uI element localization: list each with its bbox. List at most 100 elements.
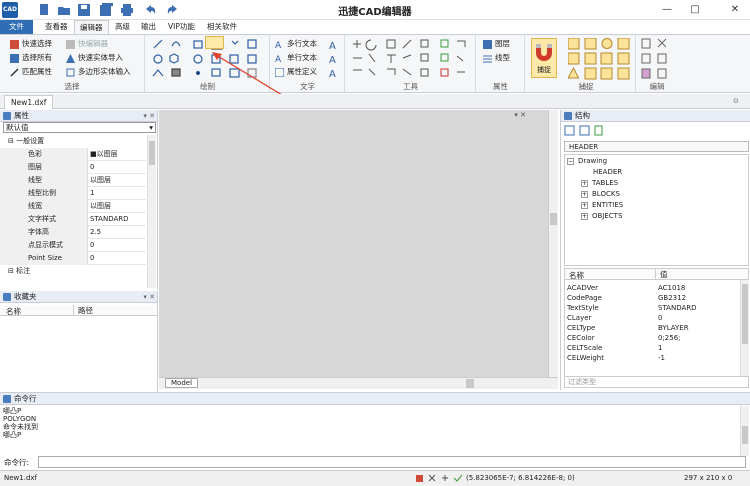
minimize-button[interactable]: — <box>656 2 678 18</box>
prop-group-general-label: 一般设置 <box>16 137 45 145</box>
properties-group: 图层 线型 属性 <box>477 35 525 93</box>
undo-icon[interactable] <box>143 3 157 17</box>
close-button[interactable]: ✕ <box>724 2 746 18</box>
properties-icon <box>3 112 11 120</box>
print-icon[interactable] <box>120 3 134 17</box>
tab-list-icon[interactable]: ⊙ <box>733 97 739 105</box>
canvas-menu-icon[interactable]: ▾ ✕ <box>514 111 526 119</box>
tree-node-tables[interactable]: + TABLES <box>581 178 618 188</box>
redo-icon[interactable] <box>166 3 180 17</box>
tree-node-header[interactable]: HEADER <box>593 167 622 177</box>
tab-output[interactable]: 输出 <box>136 20 161 34</box>
canvas-horizontal-scrollbar[interactable] <box>159 377 558 389</box>
tab-editor[interactable]: 编辑器 <box>74 20 109 34</box>
structure-path-field[interactable]: HEADER <box>564 141 749 152</box>
var-name: ACADVer <box>567 284 599 292</box>
select-all-button[interactable]: 选择所有 <box>10 52 52 64</box>
snap-mode-icons[interactable] <box>568 38 634 80</box>
layer-button[interactable]: 图层 <box>483 38 510 50</box>
tree-node-objects[interactable]: + OBJECTS <box>581 211 622 221</box>
command-scrollbar[interactable] <box>740 406 749 456</box>
prop-row[interactable]: 字体高 2.5 <box>0 226 146 239</box>
edit-icons[interactable] <box>641 38 673 80</box>
panel-pin-icon[interactable]: ▾ ✕ <box>143 110 155 122</box>
tree-node-blocks[interactable]: + BLOCKS <box>581 189 620 199</box>
snap-group-label: 捕捉 <box>578 82 594 91</box>
scroll-thumb[interactable] <box>466 379 474 388</box>
prop-row[interactable]: 点显示模式 0 <box>0 239 146 252</box>
var-row[interactable]: CELType BYLAYER <box>565 324 740 333</box>
command-input[interactable] <box>38 456 746 468</box>
var-row[interactable]: CLayer 0 <box>565 314 740 323</box>
open-folder-icon[interactable] <box>57 3 71 17</box>
tab-advanced[interactable]: 高级 <box>110 20 135 34</box>
status-tool-icons[interactable] <box>415 473 463 484</box>
drawing-canvas[interactable]: ▾ ✕ <box>159 110 548 377</box>
panel-close-icon[interactable]: ▾ ✕ <box>143 291 155 303</box>
new-file-icon[interactable] <box>37 3 51 17</box>
prop-row[interactable]: 图层 0 <box>0 161 146 174</box>
quick-entity-import-label: 快速实体导入 <box>78 53 123 62</box>
prop-row[interactable]: 线宽 以图层 <box>0 200 146 213</box>
vars-col-value[interactable]: 值 <box>655 269 668 280</box>
scroll-thumb[interactable] <box>149 141 155 165</box>
scroll-thumb[interactable] <box>550 213 557 225</box>
text-edit-icon[interactable]: A <box>329 53 340 64</box>
canvas-vertical-scrollbar[interactable] <box>548 110 558 377</box>
favorites-columns: 名称 路径 <box>0 305 157 316</box>
var-row[interactable]: CodePage GB2312 <box>565 294 740 303</box>
favorites-col-path[interactable]: 路径 <box>73 305 93 316</box>
prop-row[interactable]: 文字样式 STANDARD <box>0 213 146 226</box>
quick-select-button[interactable]: 快速选择 <box>10 38 52 50</box>
var-row[interactable]: CEColor 0;256; <box>565 334 740 343</box>
vars-col-name[interactable]: 名称 <box>569 270 584 281</box>
tools-icons[interactable] <box>351 38 473 80</box>
text-find-icon[interactable]: A <box>329 67 340 78</box>
scroll-thumb[interactable] <box>742 284 748 344</box>
quick-editor-label: 快编辑器 <box>78 39 108 48</box>
prop-group-annotation[interactable]: ⊟ 标注 <box>0 265 146 278</box>
save-icon[interactable] <box>77 3 91 17</box>
scroll-thumb[interactable] <box>742 426 748 444</box>
polygon-entity-input-button[interactable]: 多边形实体输入 <box>66 66 131 78</box>
linetype-button[interactable]: 线型 <box>483 52 510 64</box>
prop-row[interactable]: Point Size 0 <box>0 252 146 265</box>
tab-vip[interactable]: VIP功能 <box>163 20 200 34</box>
prop-group-general[interactable]: ⊟ 一般设置 <box>0 135 146 148</box>
prop-key: 点显示模式 <box>0 239 88 252</box>
document-tab[interactable]: New1.dxf <box>4 95 54 109</box>
var-row[interactable]: CELTScale 1 <box>565 344 740 353</box>
match-props-button[interactable]: 匹配属性 <box>10 66 52 78</box>
favorites-col-name[interactable]: 名称 <box>6 306 21 317</box>
tree-node-drawing[interactable]: − Drawing <box>567 156 607 166</box>
collapse-icon: − <box>567 157 574 165</box>
status-file: New1.dxf <box>4 474 37 482</box>
prop-row[interactable]: 线型 以图层 <box>0 174 146 187</box>
properties-selector[interactable]: 默认值 ▾ <box>3 122 156 133</box>
tree-node-entities[interactable]: + ENTITIES <box>581 200 623 210</box>
prop-row[interactable]: 色彩 ■以图层 <box>0 148 146 161</box>
text-style-icon[interactable]: A <box>329 39 340 50</box>
command-title: 命令行 <box>14 394 37 403</box>
var-value: BYLAYER <box>658 324 689 332</box>
tab-related-software[interactable]: 相关软件 <box>202 20 242 34</box>
properties-scrollbar[interactable] <box>147 135 156 288</box>
quick-entity-import-button[interactable]: 快速实体导入 <box>66 52 123 64</box>
var-row[interactable]: TextStyle STANDARD <box>565 304 740 313</box>
filter-input[interactable]: 过滤类型 <box>564 376 749 388</box>
vars-scrollbar[interactable] <box>740 280 749 377</box>
structure-toolbar-icons[interactable] <box>564 125 608 137</box>
maximize-button[interactable]: □ <box>684 2 706 18</box>
tab-viewer[interactable]: 查看器 <box>40 20 73 34</box>
var-row[interactable]: ACADVer AC1018 <box>565 284 740 293</box>
quick-editor-button[interactable]: 快编辑器 <box>66 38 108 50</box>
structure-icon <box>564 112 572 120</box>
prop-row[interactable]: 线型比例 1 <box>0 187 146 200</box>
tab-file[interactable]: 文件 <box>0 20 33 34</box>
snap-button[interactable]: 捕捉 <box>531 38 557 78</box>
save-all-icon[interactable] <box>99 3 113 17</box>
model-tab[interactable]: Model <box>165 378 199 388</box>
prop-key: Point Size <box>0 252 88 265</box>
command-icon <box>3 395 11 403</box>
var-row[interactable]: CELWeight -1 <box>565 354 740 363</box>
